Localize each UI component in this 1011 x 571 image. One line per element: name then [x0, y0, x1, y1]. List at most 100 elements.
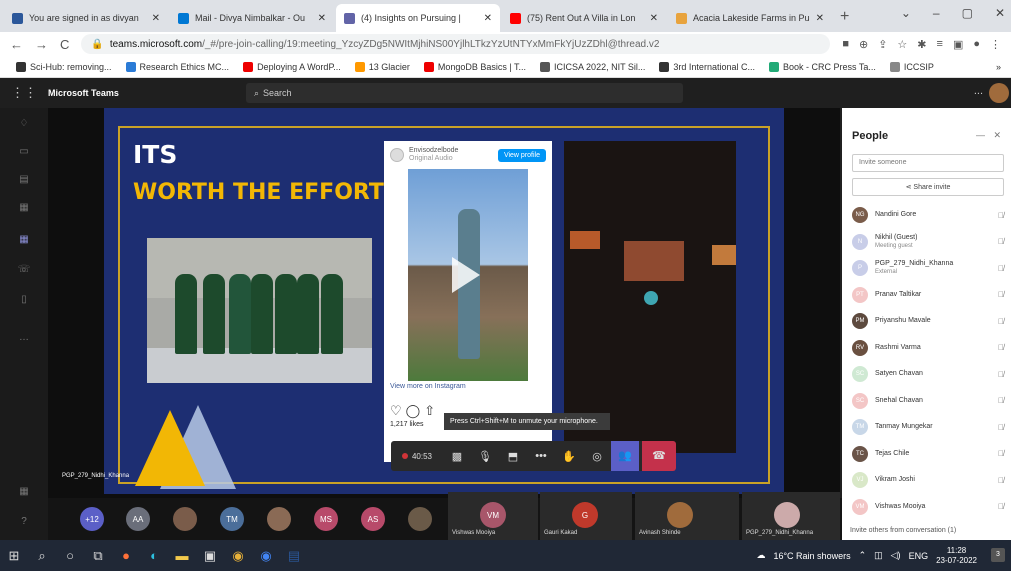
insta-video[interactable]: [408, 169, 528, 381]
playlist-icon[interactable]: ≡: [937, 38, 943, 51]
participant-row[interactable]: TM Tanmay Mungekar 🎙̸: [852, 416, 1004, 438]
overflow-count[interactable]: +12: [80, 507, 104, 531]
comment-icon[interactable]: ◯: [406, 403, 421, 419]
user-avatar[interactable]: [989, 83, 1009, 103]
chat-bubble-icon[interactable]: ◎: [583, 450, 611, 463]
profile-icon[interactable]: ●: [973, 38, 980, 51]
participant-avatar-circle[interactable]: [408, 507, 432, 531]
tab-close-icon[interactable]: ✕: [152, 13, 160, 24]
heart-icon[interactable]: ♡: [390, 403, 402, 419]
camera-off-icon[interactable]: ▩: [443, 450, 471, 463]
chrome-icon[interactable]: ◉: [224, 548, 252, 564]
participant-video-tile[interactable]: G Gauri Kakad: [540, 492, 632, 540]
participant-video-tile[interactable]: Avinash Shinde: [635, 492, 739, 540]
bookmark-item[interactable]: 13 Glacier: [354, 61, 410, 72]
bookmark-item[interactable]: 3rd International C...: [659, 61, 755, 72]
participant-row[interactable]: PT Pranav Taltikar 🎙̸: [852, 284, 1004, 306]
minimize-panel-icon[interactable]: —: [976, 130, 985, 140]
leave-call-button[interactable]: ☎: [642, 441, 676, 471]
participant-row[interactable]: VJ Vikram Joshi 🎙̸: [852, 469, 1004, 491]
file-explorer-icon[interactable]: ▬: [168, 548, 196, 563]
tab-close-icon[interactable]: ✕: [650, 13, 658, 24]
participant-row[interactable]: VM Vishwas Mooiya 🎙̸: [852, 496, 1004, 518]
tab-close-icon[interactable]: ✕: [816, 13, 824, 24]
participant-avatar-circle[interactable]: MS: [314, 507, 338, 531]
invite-input[interactable]: Invite someone: [852, 154, 1004, 172]
forward-button[interactable]: →: [35, 37, 48, 52]
weather-text[interactable]: 16°C Rain showers: [773, 551, 850, 561]
apps-icon[interactable]: ▦: [16, 486, 32, 502]
invite-others-link[interactable]: Invite others from conversation (1): [850, 527, 956, 534]
share-icon[interactable]: ⇧: [424, 403, 435, 419]
view-more-link[interactable]: View more on Instagram: [390, 383, 466, 390]
maximize-button[interactable]: ▢: [962, 6, 973, 20]
more-actions-icon[interactable]: •••: [527, 450, 555, 462]
chevron-down-icon[interactable]: ⌄: [901, 6, 911, 20]
tab-close-icon[interactable]: ✕: [484, 13, 492, 24]
participant-row[interactable]: SC Satyen Chavan 🎙̸: [852, 363, 1004, 385]
calendar-icon[interactable]: ▦: [16, 234, 32, 250]
browser-tab[interactable]: You are signed in as divyan ✕: [4, 4, 168, 32]
bookmarks-more[interactable]: »: [996, 62, 1001, 72]
share-icon[interactable]: ⇪: [878, 38, 887, 51]
extension-icon[interactable]: ✱: [917, 38, 926, 51]
participant-avatar-circle[interactable]: [267, 507, 291, 531]
assignments-icon[interactable]: ▦: [16, 202, 32, 218]
bookmark-item[interactable]: Book - CRC Press Ta...: [768, 61, 876, 72]
raise-hand-icon[interactable]: ✋: [555, 450, 583, 463]
star-icon[interactable]: ☆: [897, 38, 907, 51]
store-icon[interactable]: ▣: [196, 548, 224, 564]
participant-video-tile[interactable]: VM Vishwas Mooiya: [448, 492, 538, 540]
bookmark-item[interactable]: Research Ethics MC...: [125, 61, 229, 72]
files-icon[interactable]: ▯: [16, 294, 32, 310]
participant-row[interactable]: NG Nandini Gore 🎙̸: [852, 204, 1004, 226]
firefox-icon[interactable]: ●: [112, 548, 140, 563]
app-launcher-icon[interactable]: ⋮⋮: [0, 85, 48, 101]
share-screen-icon[interactable]: ⬒: [499, 450, 527, 463]
camera-icon[interactable]: ■: [842, 38, 849, 51]
more-apps-icon[interactable]: …: [16, 332, 32, 348]
url-field[interactable]: 🔒 teams.microsoft.com /_#/pre-join-calli…: [81, 34, 831, 54]
chrome-alt-icon[interactable]: ◉: [252, 548, 280, 564]
word-icon[interactable]: ▤: [280, 548, 308, 564]
bookmark-item[interactable]: MongoDB Basics | T...: [423, 61, 526, 72]
participant-avatar-circle[interactable]: AS: [361, 507, 385, 531]
teams-icon[interactable]: ▤: [16, 174, 32, 190]
participant-video-tile[interactable]: PGP_279_Nidhi_Khanna: [742, 492, 840, 540]
new-tab-button[interactable]: +: [834, 8, 857, 32]
calls-icon[interactable]: ☏: [16, 264, 32, 280]
menu-icon[interactable]: ⋮: [990, 38, 1001, 51]
bookmark-item[interactable]: Deploying A WordP...: [243, 61, 341, 72]
windows-start-icon[interactable]: ⊞: [0, 548, 28, 564]
bookmark-item[interactable]: ICCSIP: [889, 61, 934, 72]
chat-icon[interactable]: ▭: [16, 146, 32, 162]
search-input[interactable]: ⌕ Search: [246, 83, 683, 103]
notification-center[interactable]: 3: [991, 548, 1005, 562]
tab-close-icon[interactable]: ✕: [318, 13, 326, 24]
help-icon[interactable]: ?: [16, 516, 32, 532]
language-indicator[interactable]: ENG: [909, 551, 929, 561]
participant-row[interactable]: TC Tejas Chile 🎙̸: [852, 443, 1004, 465]
task-switch-icon[interactable]: ⧉: [84, 548, 112, 564]
bookmark-item[interactable]: Sci-Hub: removing...: [16, 61, 112, 72]
more-options-button[interactable]: ...: [974, 85, 983, 97]
volume-icon[interactable]: ◁): [891, 550, 901, 561]
network-icon[interactable]: ◫: [874, 550, 883, 561]
play-icon[interactable]: [452, 257, 480, 293]
participants-icon[interactable]: 👥: [611, 441, 639, 471]
sidebar-icon[interactable]: ▣: [953, 38, 963, 51]
minimize-button[interactable]: –: [933, 6, 940, 20]
participant-avatar-circle[interactable]: [173, 507, 197, 531]
bookmark-item[interactable]: ICICSA 2022, NIT Sil...: [540, 61, 645, 72]
browser-tab[interactable]: Acacia Lakeside Farms in Pu ✕: [668, 4, 832, 32]
browser-tab[interactable]: Mail - Divya Nimbalkar - Ou ✕: [170, 4, 334, 32]
edge-icon[interactable]: ◐: [140, 548, 168, 563]
browser-tab[interactable]: (75) Rent Out A Villa in Lon ✕: [502, 4, 666, 32]
back-button[interactable]: ←: [10, 37, 23, 52]
browser-tab[interactable]: (4) Insights on Pursuing | ✕: [336, 4, 500, 32]
participant-avatar-circle[interactable]: TM: [220, 507, 244, 531]
participant-row[interactable]: N Nikhil (Guest) Meeting guest 🎙̸: [852, 231, 1004, 253]
participant-row[interactable]: RV Rashmi Varma 🎙̸: [852, 337, 1004, 359]
search-icon[interactable]: ⌕: [28, 548, 56, 564]
close-window-button[interactable]: ✕: [995, 6, 1005, 20]
